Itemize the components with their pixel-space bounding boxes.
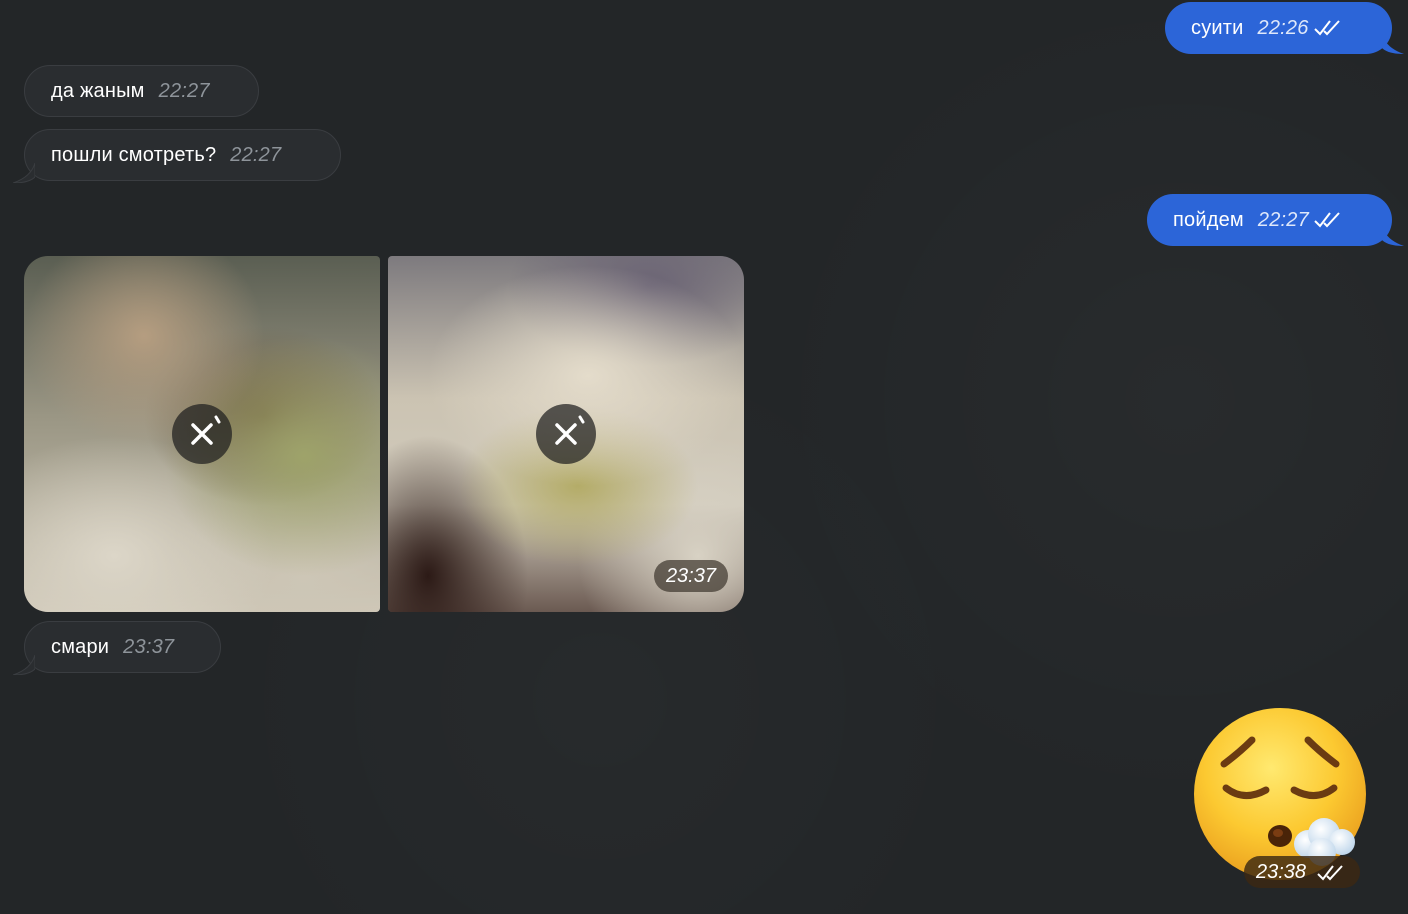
message-bubble-incoming[interactable]: да жаным 22:27 <box>24 65 259 117</box>
cancel-download-button[interactable] <box>536 404 596 464</box>
message-time: 22:26 <box>1257 16 1309 39</box>
photo-thumbnail[interactable] <box>24 256 380 612</box>
message-bubble-outgoing[interactable]: суити 22:26 <box>1165 2 1392 54</box>
message-time: 22:27 <box>230 143 282 166</box>
bubble-tail <box>1382 34 1404 54</box>
sticker-time: 23:38 <box>1256 861 1307 883</box>
message-time: 23:37 <box>123 635 175 658</box>
message-bubble-outgoing[interactable]: пойдем 22:27 <box>1147 194 1392 246</box>
double-check-icon <box>1313 20 1340 36</box>
sticker-time-badge: 23:38 <box>1244 856 1360 888</box>
double-check-icon <box>1314 212 1340 228</box>
message-text: суити <box>1191 16 1244 39</box>
bubble-tail <box>1382 226 1404 246</box>
message-text: пойдем <box>1173 208 1244 231</box>
message-time: 22:27 <box>1257 208 1309 231</box>
bubble-tail <box>13 163 35 183</box>
message-text: смари <box>51 635 110 658</box>
cancel-download-button[interactable] <box>172 404 232 464</box>
cancel-download-icon <box>555 415 585 445</box>
message-bubble-incoming[interactable]: смари 23:37 <box>24 621 221 673</box>
double-check-icon <box>1316 865 1343 881</box>
message-text: пошли смотреть? <box>51 143 217 166</box>
photo-thumbnail[interactable]: 23:37 <box>388 256 744 612</box>
cancel-download-icon <box>191 415 221 445</box>
message-bubble-incoming[interactable]: пошли смотреть? 22:27 <box>24 129 341 181</box>
message-time: 22:27 <box>158 79 210 102</box>
message-text: да жаным <box>51 79 145 102</box>
album-time: 23:37 <box>653 560 728 592</box>
bubble-tail <box>13 655 35 675</box>
